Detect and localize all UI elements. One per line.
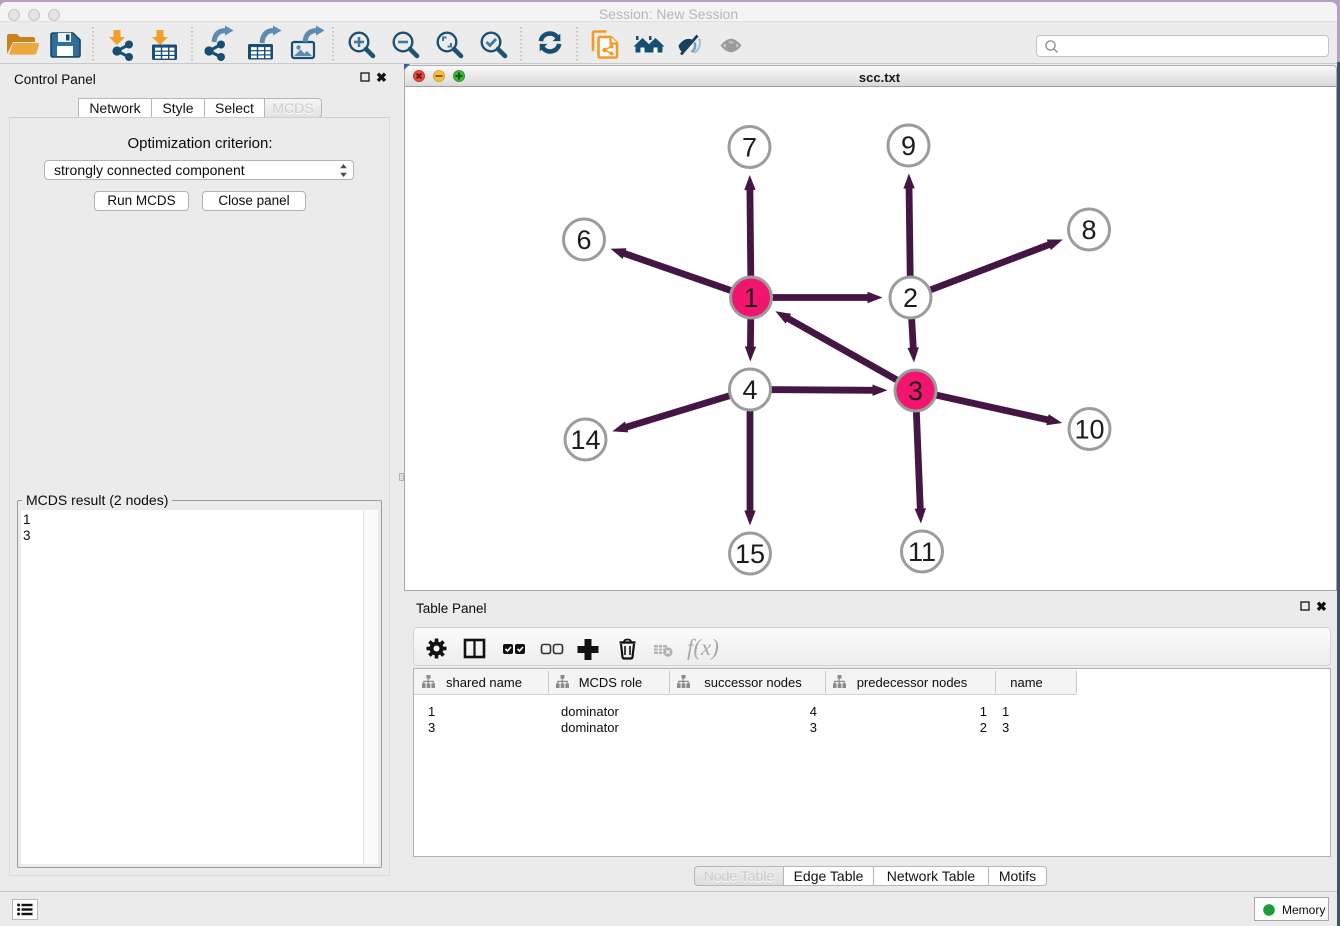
svg-text:1: 1 bbox=[743, 283, 758, 313]
svg-text:3: 3 bbox=[908, 376, 923, 406]
svg-text:7: 7 bbox=[742, 133, 757, 163]
svg-text:2: 2 bbox=[903, 283, 918, 313]
svg-text:4: 4 bbox=[742, 375, 757, 405]
svg-text:11: 11 bbox=[908, 537, 936, 567]
svg-text:8: 8 bbox=[1081, 215, 1096, 245]
svg-text:15: 15 bbox=[735, 539, 765, 569]
svg-text:10: 10 bbox=[1074, 415, 1104, 445]
svg-text:14: 14 bbox=[570, 425, 600, 455]
svg-text:6: 6 bbox=[576, 225, 591, 255]
svg-text:f(x): f(x) bbox=[687, 635, 719, 660]
svg-text:9: 9 bbox=[901, 131, 916, 161]
